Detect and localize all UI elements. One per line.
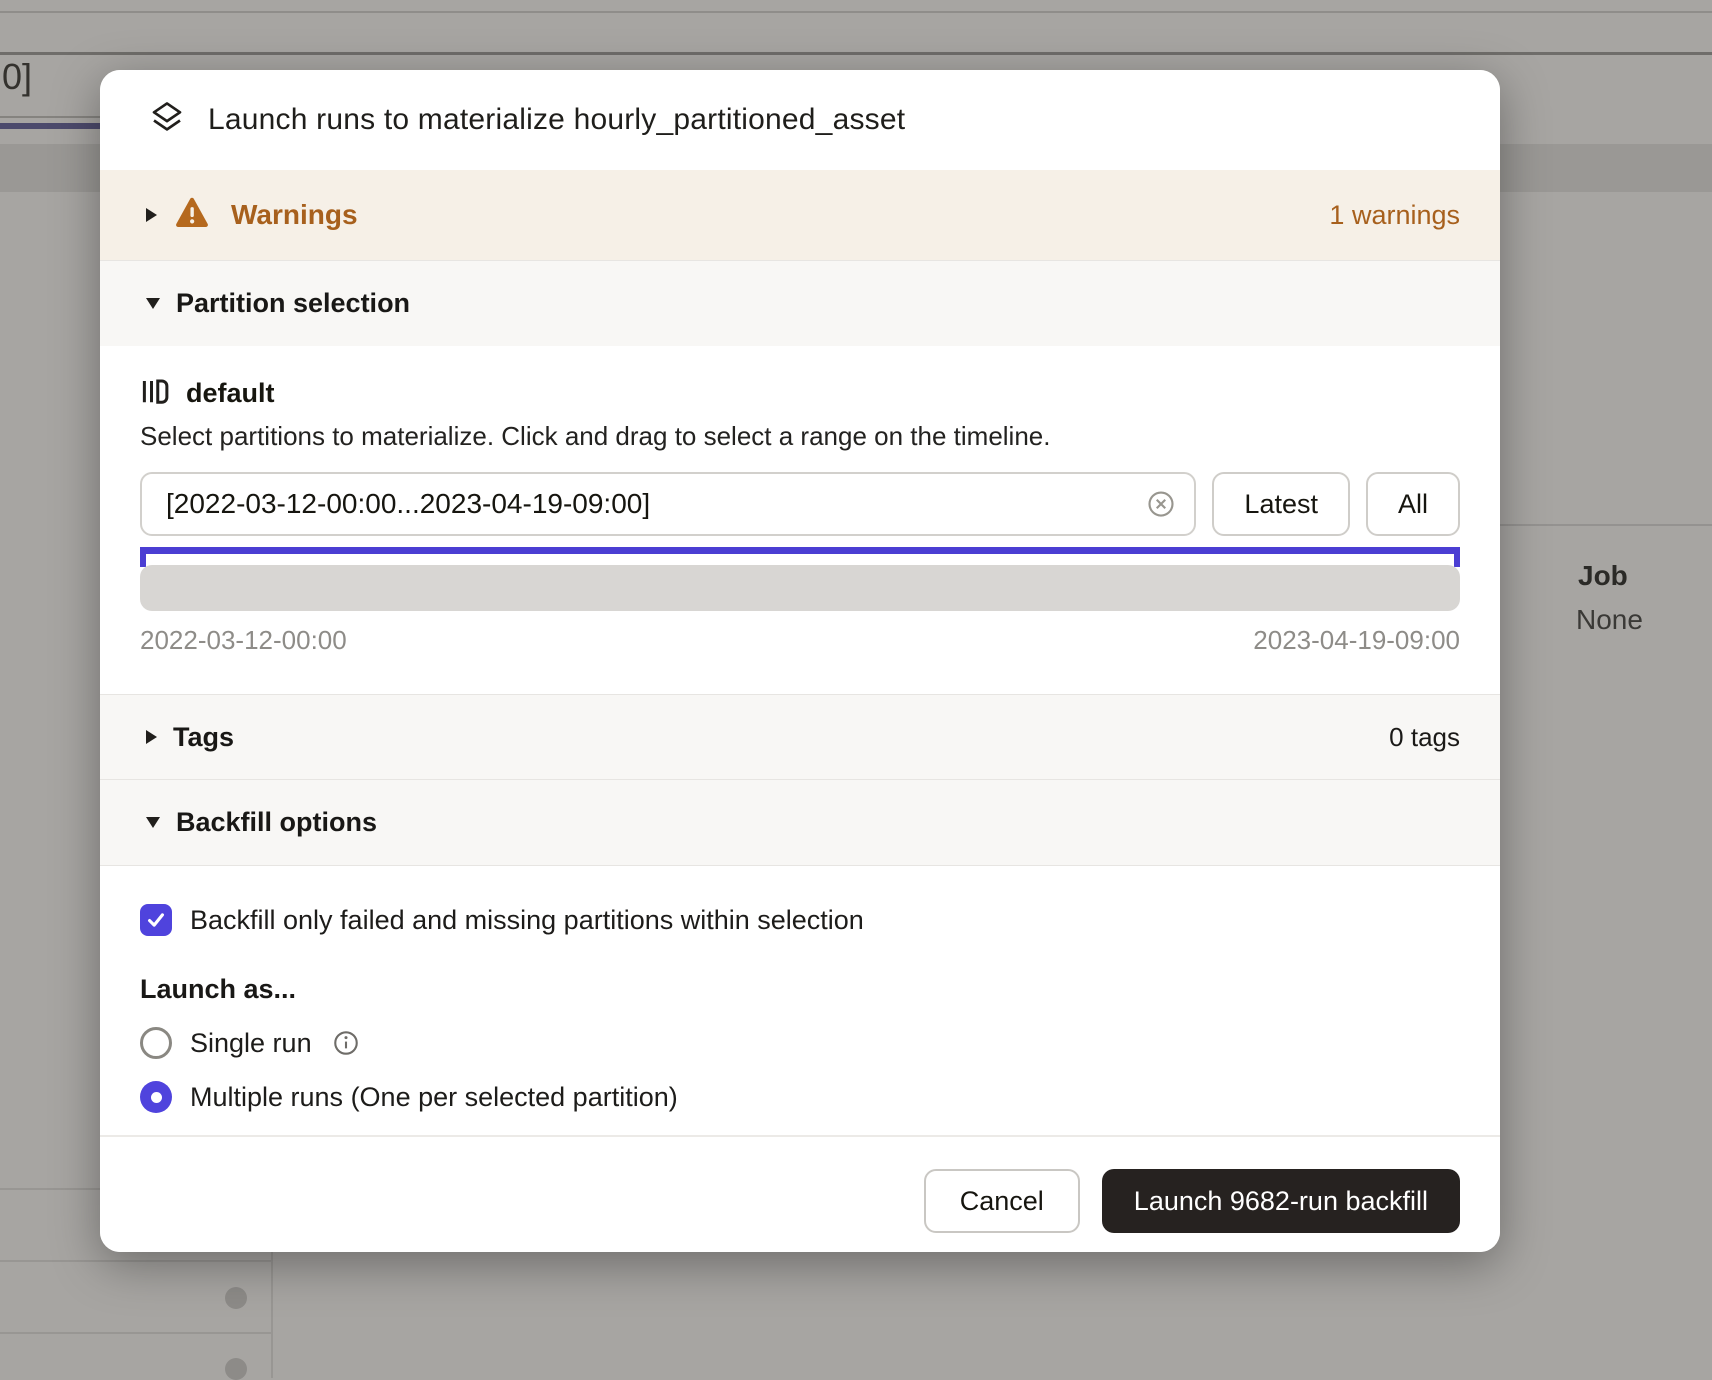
warnings-count: 1 warnings	[1329, 200, 1460, 231]
warnings-label: Warnings	[231, 199, 358, 231]
chevron-down-icon	[146, 298, 160, 309]
chevron-right-icon	[146, 730, 157, 744]
bg-row-divider	[1500, 524, 1712, 526]
bg-row-divider	[0, 52, 1712, 55]
clear-selection-icon[interactable]	[1146, 489, 1176, 519]
partition-range-row: Latest All	[140, 472, 1460, 536]
tags-header[interactable]: Tags 0 tags	[100, 694, 1500, 780]
dimension-name: default	[186, 378, 275, 409]
bg-row-dot	[225, 1287, 247, 1309]
backfill-options-label: Backfill options	[176, 807, 377, 838]
partition-selection-label: Partition selection	[176, 288, 410, 319]
timeline-end-date: 2023-04-19-09:00	[1253, 625, 1460, 656]
latest-button[interactable]: Latest	[1212, 472, 1350, 536]
partition-set-icon	[140, 376, 170, 411]
dimension-row: default	[140, 376, 1460, 411]
warnings-row[interactable]: Warnings 1 warnings	[100, 170, 1500, 260]
timeline-start-date: 2022-03-12-00:00	[140, 625, 347, 656]
tags-count: 0 tags	[1389, 722, 1460, 753]
info-icon[interactable]	[332, 1029, 360, 1057]
bg-job-column-header: Job	[1578, 560, 1628, 592]
checkbox-checked[interactable]	[140, 904, 172, 936]
partition-selection-body: default Select partitions to materialize…	[100, 346, 1500, 694]
partition-range-input[interactable]	[140, 472, 1196, 536]
tags-label: Tags	[173, 722, 234, 753]
cancel-button[interactable]: Cancel	[924, 1169, 1080, 1233]
backfill-options-body: Backfill only failed and missing partiti…	[100, 866, 1500, 1135]
materialize-layers-icon	[148, 99, 186, 142]
radio-dot	[151, 1092, 162, 1103]
bg-row-divider	[0, 11, 1712, 13]
bg-row-dot	[225, 1358, 247, 1380]
bg-partial-input-text: 0]	[2, 56, 32, 98]
radio-selected[interactable]	[140, 1081, 172, 1113]
launch-backfill-dialog: Launch runs to materialize hourly_partit…	[100, 70, 1500, 1252]
chevron-down-icon	[146, 817, 160, 828]
bg-row-divider	[0, 1260, 272, 1262]
all-button[interactable]: All	[1366, 472, 1460, 536]
timeline-date-labels: 2022-03-12-00:00 2023-04-19-09:00	[140, 625, 1460, 694]
bg-row-divider	[0, 1332, 272, 1334]
radio-unselected[interactable]	[140, 1027, 172, 1059]
single-run-option[interactable]: Single run	[140, 1027, 1460, 1059]
launch-backfill-button[interactable]: Launch 9682-run backfill	[1102, 1169, 1460, 1233]
warning-triangle-icon	[175, 197, 209, 233]
selected-range-indicator	[140, 547, 1460, 567]
single-run-label: Single run	[190, 1028, 312, 1059]
dialog-footer: Cancel Launch 9682-run backfill	[100, 1135, 1500, 1252]
partition-timeline-bar[interactable]	[140, 565, 1460, 611]
bg-column-divider	[271, 1252, 273, 1378]
dialog-header: Launch runs to materialize hourly_partit…	[100, 70, 1500, 170]
partition-range-input-wrap	[140, 472, 1196, 536]
backfill-options-header[interactable]: Backfill options	[100, 780, 1500, 866]
failed-missing-checkbox-row[interactable]: Backfill only failed and missing partiti…	[140, 904, 1460, 936]
bg-job-column-value: None	[1576, 604, 1643, 636]
chevron-right-icon	[146, 208, 157, 222]
dialog-title: Launch runs to materialize hourly_partit…	[208, 103, 905, 137]
launch-as-label: Launch as...	[140, 974, 1460, 1005]
multiple-runs-label: Multiple runs (One per selected partitio…	[190, 1082, 678, 1113]
check-icon	[145, 909, 167, 931]
checkbox-label: Backfill only failed and missing partiti…	[190, 905, 864, 936]
partition-selection-header[interactable]: Partition selection	[100, 260, 1500, 346]
multiple-runs-option[interactable]: Multiple runs (One per selected partitio…	[140, 1081, 1460, 1113]
partition-selection-description: Select partitions to materialize. Click …	[140, 421, 1460, 452]
